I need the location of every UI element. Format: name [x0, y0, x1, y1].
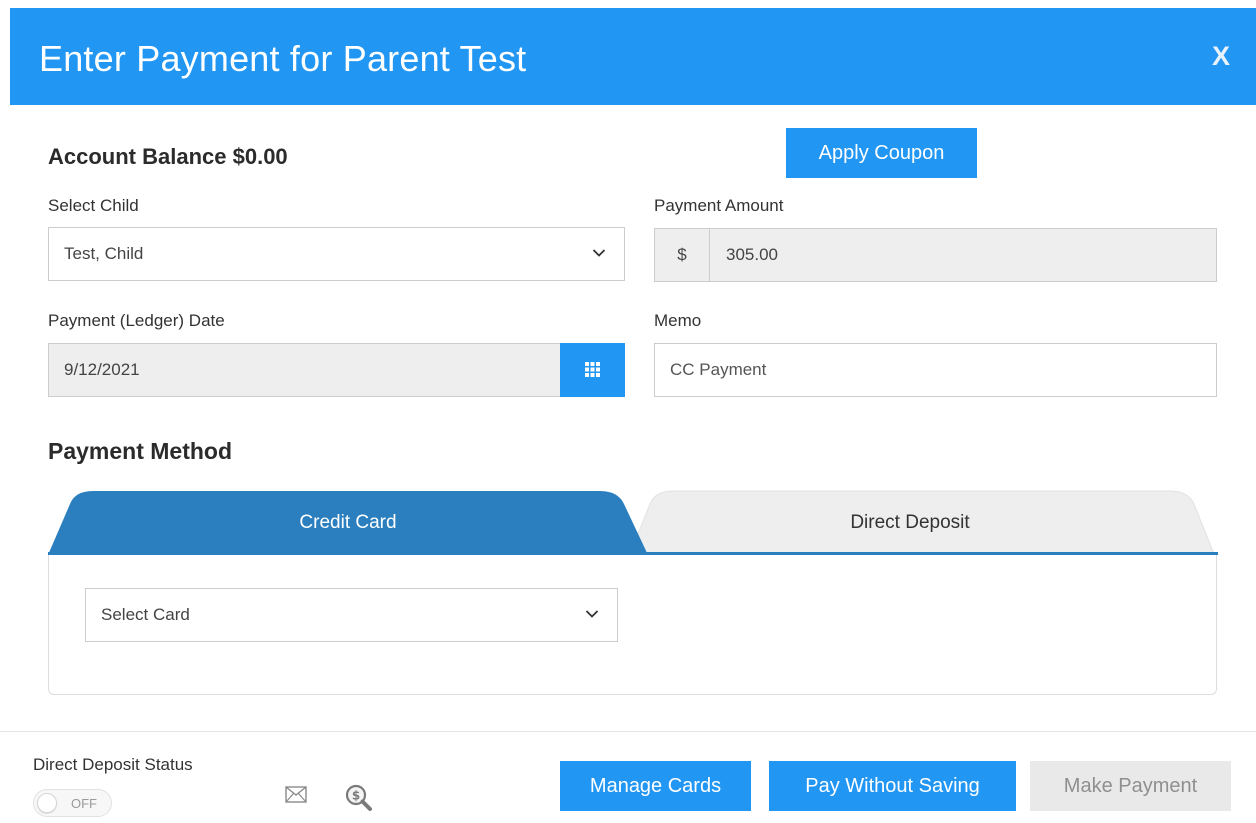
toggle-text: OFF [71, 796, 97, 811]
currency-addon: $ [655, 229, 710, 281]
select-card-value: Select Card [101, 605, 190, 624]
money-search-icon[interactable]: $ [345, 784, 375, 817]
chevron-down-icon [592, 228, 606, 280]
payment-method-heading: Payment Method [48, 438, 233, 464]
select-child-label: Select Child [48, 196, 139, 215]
select-child-dropdown[interactable]: Test, Child [48, 227, 625, 281]
dialog-header: Enter Payment for Parent Test X [10, 8, 1256, 105]
tab-credit-card[interactable]: Credit Card [48, 511, 648, 535]
manage-cards-button[interactable]: Manage Cards [560, 761, 751, 811]
toggle-knob [37, 793, 57, 813]
payment-amount-value: 305.00 [726, 245, 778, 264]
account-balance: Account Balance $0.00 [48, 144, 288, 169]
memo-input[interactable]: CC Payment [654, 343, 1217, 397]
select-card-dropdown[interactable]: Select Card [85, 588, 618, 642]
footer-divider [0, 731, 1256, 732]
make-payment-button[interactable]: Make Payment [1030, 761, 1231, 811]
select-child-value: Test, Child [64, 244, 144, 263]
close-button[interactable]: X [1212, 41, 1230, 71]
payment-date-value: 9/12/2021 [64, 360, 140, 379]
envelope-icon[interactable] [285, 786, 307, 808]
memo-value: CC Payment [670, 360, 767, 379]
pay-without-saving-button[interactable]: Pay Without Saving [769, 761, 1016, 811]
svg-text:$: $ [352, 789, 360, 803]
direct-deposit-toggle[interactable]: OFF [33, 789, 112, 817]
direct-deposit-status-label: Direct Deposit Status [33, 755, 193, 774]
payment-date-field[interactable]: 9/12/2021 [48, 343, 561, 397]
calendar-button[interactable] [560, 343, 625, 397]
calendar-grid-icon [585, 362, 600, 377]
chevron-down-icon [585, 589, 599, 641]
payment-date-label: Payment (Ledger) Date [48, 311, 225, 330]
payment-amount-field[interactable]: $ 305.00 [654, 228, 1217, 282]
payment-amount-label: Payment Amount [654, 196, 784, 215]
apply-coupon-button[interactable]: Apply Coupon [786, 128, 977, 178]
dialog-title: Enter Payment for Parent Test [39, 38, 527, 79]
memo-label: Memo [654, 311, 702, 330]
tab-direct-deposit[interactable]: Direct Deposit [630, 511, 1190, 535]
